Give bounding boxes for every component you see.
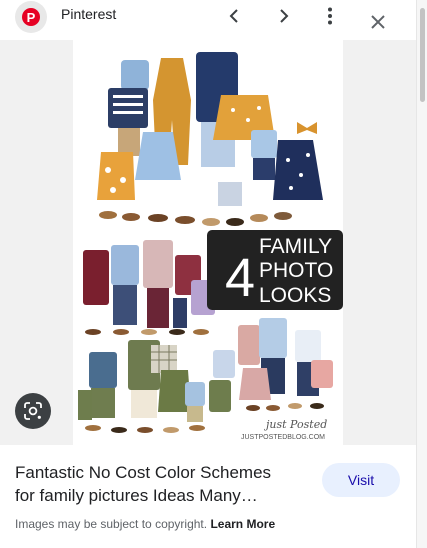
site-name[interactable]: Pinterest <box>61 6 116 22</box>
close-icon <box>371 15 385 29</box>
lens-icon <box>24 402 42 420</box>
result-title[interactable]: Fantastic No Cost Color Schemes for fami… <box>15 461 295 507</box>
result-header: P Pinterest <box>0 0 416 40</box>
family-outfits-collage: 4 FAMILY PHOTO LOOKS just Posted JUSTPOS… <box>73 40 343 445</box>
learn-more-link[interactable]: Learn More <box>210 517 275 531</box>
preview-image[interactable]: 4 FAMILY PHOTO LOOKS just Posted JUSTPOS… <box>73 40 343 445</box>
chevron-left-icon <box>229 9 238 23</box>
scrollbar-thumb[interactable] <box>420 8 425 102</box>
chevron-right-icon <box>280 9 289 23</box>
copyright-notice: Images may be subject to copyright. Lear… <box>15 517 275 531</box>
banner-line-3: LOOKS <box>259 284 331 307</box>
vertical-scrollbar[interactable] <box>416 0 427 548</box>
close-button[interactable] <box>364 8 392 36</box>
result-info-panel: Fantastic No Cost Color Schemes for fami… <box>0 445 416 548</box>
watermark-script: just Posted <box>263 418 327 431</box>
pinterest-logo-icon: P <box>15 1 47 33</box>
banner-number: 4 <box>225 248 255 308</box>
more-options-button[interactable] <box>316 2 344 30</box>
visit-button[interactable]: Visit <box>322 463 400 497</box>
more-vert-icon <box>328 7 332 25</box>
previous-button[interactable] <box>221 2 249 30</box>
image-viewer: 4 FAMILY PHOTO LOOKS just Posted JUSTPOS… <box>0 40 416 445</box>
banner-line-2: PHOTO <box>259 259 333 282</box>
google-lens-button[interactable] <box>15 393 51 429</box>
next-button[interactable] <box>269 2 297 30</box>
banner-line-1: FAMILY <box>259 235 332 258</box>
watermark-url: JUSTPOSTEDBLOG.COM <box>241 434 325 441</box>
copyright-text: Images may be subject to copyright. <box>15 517 208 531</box>
